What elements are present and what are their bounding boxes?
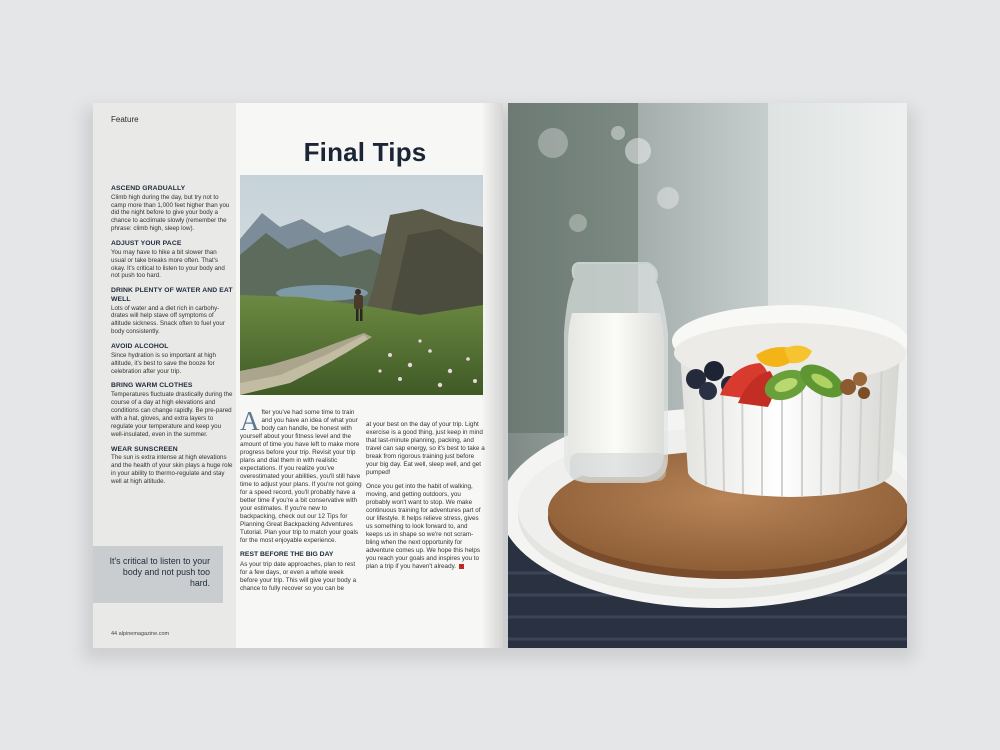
pull-quote: It's critical to listen to your body and… [109, 556, 210, 589]
sidebar-tips: ASCEND GRADUALLY Climb high during the d… [111, 185, 233, 493]
tip-heading: DRINK PLENTY OF WATER AND EAT WELL [111, 287, 233, 303]
mountain-hiker-photo [240, 175, 483, 395]
paragraph: at your best on the day of your trip. Li… [366, 421, 485, 476]
tip-item: BRING WARM CLOTHES Temperatures fluctuat… [111, 382, 233, 438]
paragraph: Once you get into the habit of walking, … [366, 483, 486, 571]
tip-heading: BRING WARM CLOTHES [111, 382, 193, 390]
paragraph: As your trip date approaches, plan to re… [240, 561, 357, 592]
tip-body: You may have to hike a bit slower than u… [111, 248, 225, 280]
paragraph: After you've had some time to train and … [240, 406, 362, 545]
right-page-photo [508, 103, 907, 648]
tip-heading: WEAR SUNSCREEN [111, 445, 178, 453]
tip-item: AVOID ALCOHOL Since hydration is so impo… [111, 343, 233, 375]
tip-body: Since hydration is so important at high … [111, 351, 216, 375]
tip-item: ADJUST YOUR PACE You may have to hike a … [111, 240, 233, 280]
tip-heading: AVOID ALCOHOL [111, 343, 169, 351]
tip-item: WEAR SUNSCREEN The sun is extra intense … [111, 446, 233, 486]
tip-item: DRINK PLENTY OF WATER AND EAT WELL Lots … [111, 287, 233, 336]
drop-cap: A [240, 406, 260, 436]
body-column-2: at your best on the day of your trip. Li… [366, 421, 486, 577]
paragraph-text: Once you get into the habit of walking, … [366, 483, 481, 570]
tip-body: Climb high during the day, but try not t… [111, 193, 230, 233]
body-column-1: After you've had some time to train and … [240, 406, 362, 599]
section-label: Feature [111, 115, 139, 124]
page-title: Final Tips [303, 137, 427, 167]
tip-body: Temperatures fluctuate drastically durin… [111, 391, 233, 438]
tip-heading: ADJUST YOUR PACE [111, 240, 182, 248]
tip-body: Lots of water and a diet rich in carbohy… [111, 304, 225, 336]
pull-quote-box: It's critical to listen to your body and… [93, 546, 223, 603]
end-mark-icon [459, 563, 464, 569]
subheading: REST BEFORE THE BIG DAY [240, 551, 334, 558]
tip-item: ASCEND GRADUALLY Climb high during the d… [111, 185, 233, 233]
tip-heading: ASCEND GRADUALLY [111, 185, 186, 192]
page-number: 44 alpinemagazine.com [111, 631, 170, 637]
tip-body: The sun is extra intense at high elevati… [111, 454, 233, 485]
left-page: Feature ASCEND GRADUALLY Climb high duri… [93, 103, 503, 648]
page-gutter-shadow [481, 103, 503, 648]
